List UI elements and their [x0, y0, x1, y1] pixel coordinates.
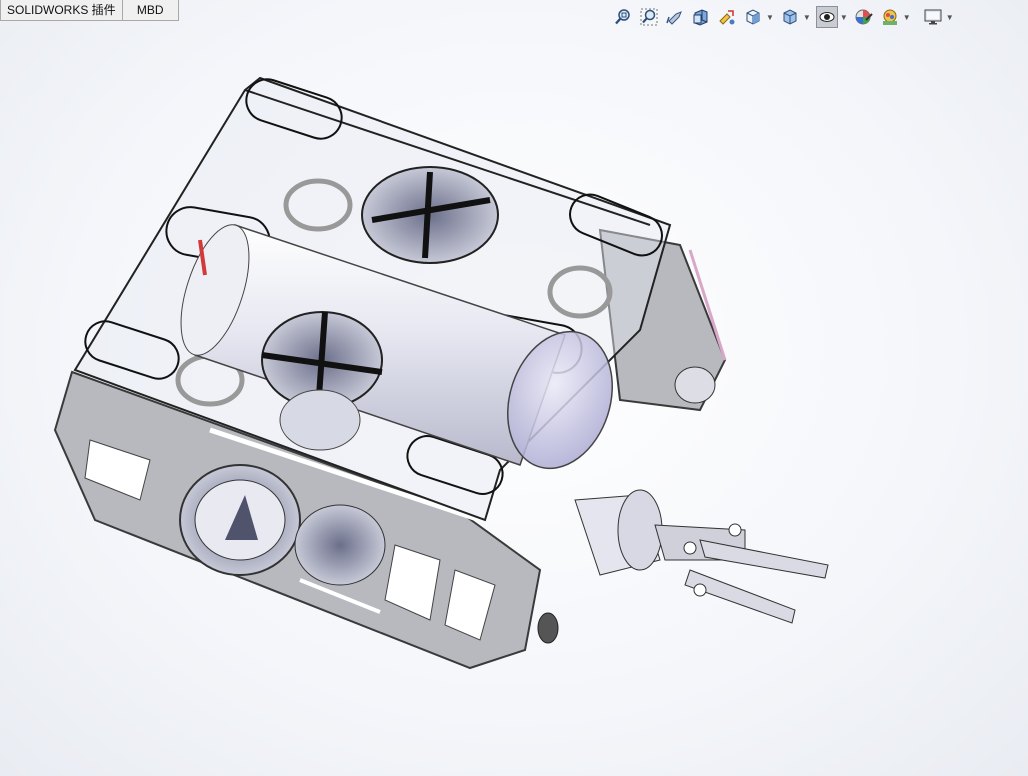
zoom-to-fit-icon[interactable] — [612, 6, 634, 28]
upper-thruster — [361, 166, 499, 264]
command-manager-tabs: SOLIDWORKS 插件 MBD — [0, 0, 179, 22]
edit-appearance-icon[interactable] — [853, 6, 875, 28]
tab-solidworks-addins[interactable]: SOLIDWORKS 插件 — [0, 0, 123, 21]
chevron-down-icon[interactable]: ▼ — [803, 13, 811, 22]
zoom-to-area-icon[interactable] — [638, 6, 660, 28]
hide-show-items-icon[interactable] — [815, 6, 838, 28]
apply-scene-icon[interactable] — [879, 6, 901, 28]
chevron-down-icon[interactable]: ▼ — [840, 13, 848, 22]
view-orientation-icon[interactable] — [742, 6, 764, 28]
graphics-area[interactable] — [0, 26, 1028, 776]
section-view-icon[interactable] — [690, 6, 712, 28]
previous-view-icon[interactable] — [664, 6, 686, 28]
dynamic-annotation-views-icon[interactable] — [716, 6, 738, 28]
tab-mbd[interactable]: MBD — [122, 0, 179, 21]
display-style-icon[interactable] — [779, 6, 801, 28]
chevron-down-icon[interactable]: ▼ — [903, 13, 911, 22]
view-settings-icon[interactable] — [922, 6, 944, 28]
chevron-down-icon[interactable]: ▼ — [946, 13, 954, 22]
chevron-down-icon[interactable]: ▼ — [766, 13, 774, 22]
gripper-arm — [574, 489, 829, 624]
